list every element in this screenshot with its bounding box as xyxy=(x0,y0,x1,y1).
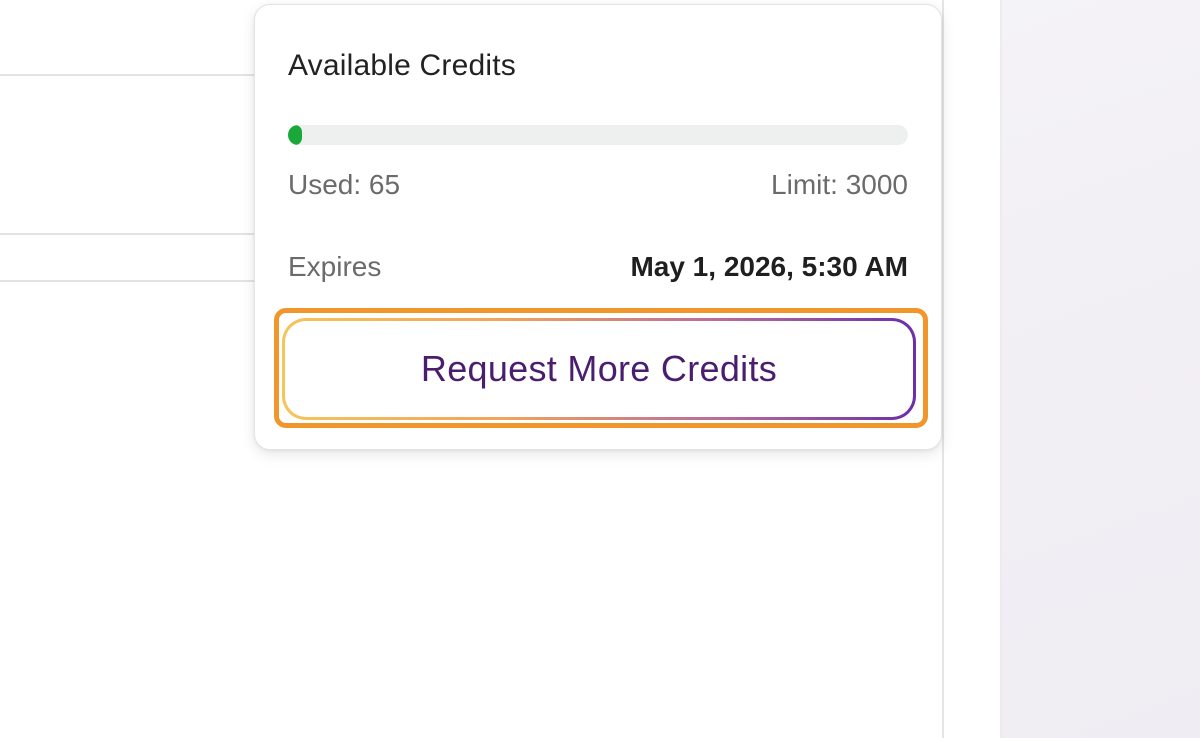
used-credits-text: Used: 65 xyxy=(288,169,401,200)
credits-limit-text: Limit: 3000 xyxy=(771,169,908,200)
popover-title: Available Credits xyxy=(288,49,516,82)
right-side-panel xyxy=(1000,0,1200,738)
panel-gutter xyxy=(944,0,1000,738)
credits-progress-bar xyxy=(288,125,908,145)
expires-label: Expires xyxy=(288,251,382,282)
credits-progress-fill xyxy=(288,125,302,145)
request-more-credits-label: Request More Credits xyxy=(285,321,913,417)
request-more-credits-button[interactable]: Request More Credits xyxy=(282,318,916,420)
expires-date-value: May 1, 2026, 5:30 AM xyxy=(630,251,908,282)
